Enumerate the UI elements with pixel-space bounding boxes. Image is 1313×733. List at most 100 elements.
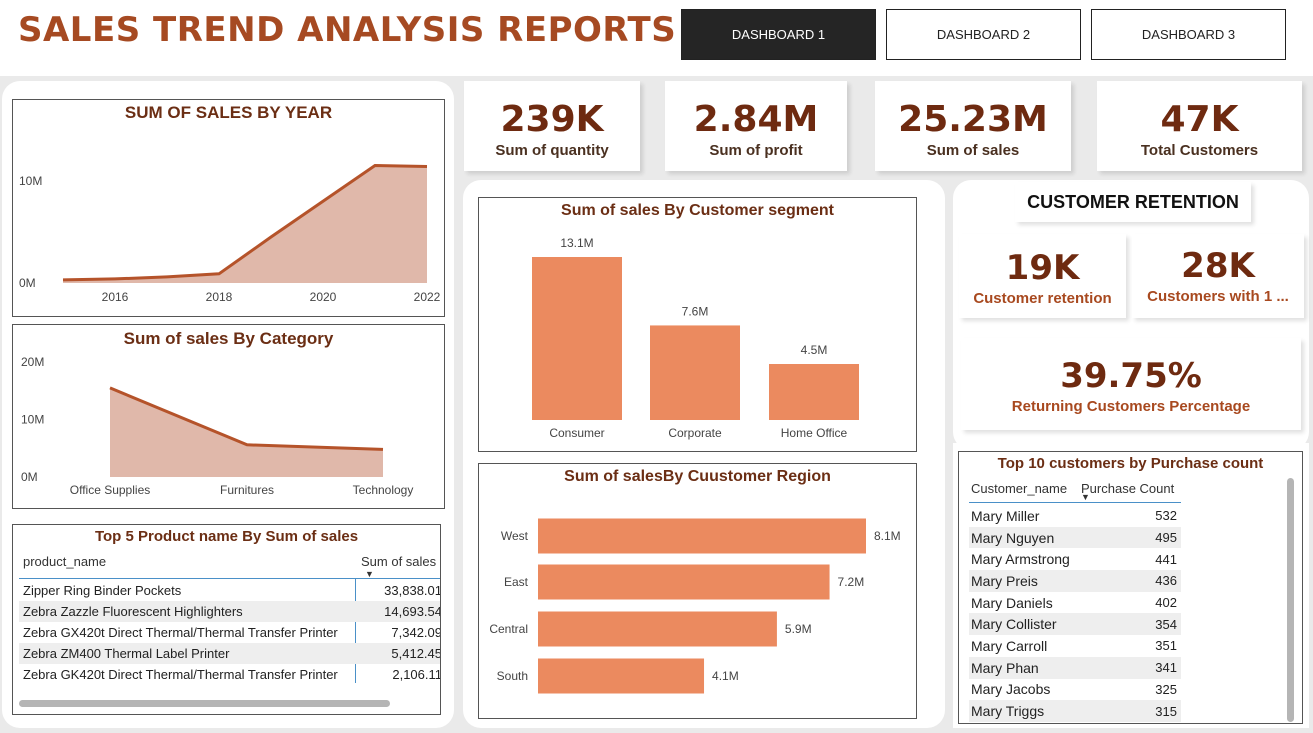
- kpi-value: 28K: [1181, 246, 1255, 286]
- purchase-count-cell: 532: [1155, 508, 1177, 524]
- table-row[interactable]: Zebra GX420t Direct Thermal/Thermal Tran…: [19, 622, 440, 643]
- purchase-count-cell: 354: [1155, 616, 1177, 632]
- nav-dashboard-1-button[interactable]: DASHBOARD 1: [681, 9, 876, 60]
- kpi-value: 25.23M: [898, 99, 1048, 140]
- kpi-card-profit: 2.84M Sum of profit: [665, 81, 847, 171]
- table-row[interactable]: Mary Nguyen 495: [969, 526, 1181, 549]
- kpi-value: 239K: [500, 99, 604, 140]
- x-tick-label: Corporate: [668, 426, 722, 440]
- data-label: 5.9M: [785, 622, 812, 636]
- kpi-card-returning-percentage: 39.75% Returning Customers Percentage: [961, 338, 1301, 430]
- data-label: 7.6M: [682, 304, 709, 318]
- nav-dashboard-3-button[interactable]: DASHBOARD 3: [1091, 9, 1286, 60]
- x-tick-label: 2018: [206, 290, 233, 304]
- product-name-cell: Zebra GX420t Direct Thermal/Thermal Tran…: [23, 625, 338, 640]
- sales-by-segment-chart: Sum of sales By Customer segment 13.1M Co…: [478, 197, 917, 452]
- table-row[interactable]: Mary Collister 354: [969, 613, 1181, 636]
- table-row[interactable]: Zebra GK420t Direct Thermal/Thermal Tran…: [19, 664, 441, 685]
- top-customers-rows: Mary Miller 532 Mary Nguyen 495 Mary Armstro…: [969, 505, 1181, 722]
- table-row[interactable]: Zipper Ring Binder Pockets 33,838.01: [19, 580, 441, 601]
- data-label: 4.1M: [712, 669, 739, 683]
- kpi-label: Total Customers: [1140, 142, 1259, 159]
- sales-by-segment-svg: 13.1M Consumer 7.6M Corporate 4.5M Home Offic…: [532, 236, 859, 440]
- table-row[interactable]: Mary Daniels 402: [969, 592, 1181, 614]
- y-tick-label: 20M: [21, 355, 44, 369]
- customer-name-cell: Mary Daniels: [971, 594, 1053, 611]
- y-tick-label: South: [497, 669, 528, 683]
- table-row[interactable]: Mary Phan 341: [969, 656, 1181, 679]
- kpi-label: Sum of sales: [926, 142, 1020, 159]
- sales-value-cell: 14,693.54: [384, 604, 441, 619]
- bar: [650, 325, 740, 420]
- area-fill: [63, 165, 427, 283]
- sales-by-region-svg: 8.1M West 7.2M East 5.9M Central 4.1M South: [489, 518, 901, 694]
- nav-dashboard-2-button[interactable]: DASHBOARD 2: [886, 9, 1081, 60]
- x-tick-label: Technology: [353, 483, 414, 497]
- page-title: SALES TREND ANALYSIS REPORTS: [18, 10, 677, 50]
- bar: [538, 611, 777, 647]
- bar: [538, 658, 705, 694]
- customer-name-cell: Mary Nguyen: [971, 529, 1055, 546]
- top-products-rows: Zipper Ring Binder Pockets 33,838.01 Zebra…: [19, 580, 441, 685]
- table-row[interactable]: Zebra ZM400 Thermal Label Printer 5,412.4…: [19, 643, 441, 664]
- x-tick-label: Furnitures: [220, 483, 274, 497]
- purchase-count-cell: 351: [1155, 638, 1177, 654]
- y-tick-label: West: [501, 529, 529, 543]
- purchase-count-cell: 341: [1155, 660, 1177, 676]
- product-name-cell: Zipper Ring Binder Pockets: [23, 583, 182, 598]
- table-row[interactable]: Mary Preis 436: [969, 570, 1181, 592]
- sales-value-cell: 2,106.11: [392, 667, 441, 682]
- purchase-count-cell: 441: [1155, 551, 1177, 567]
- customer-name-cell: Mary Triggs: [971, 703, 1045, 720]
- table-row[interactable]: Zebra Zazzle Fluorescent Highlighters 14,…: [19, 601, 441, 622]
- kpi-card-customer-retention: 19K Customer retention: [959, 234, 1126, 318]
- product-name-cell: Zebra ZM400 Thermal Label Printer: [23, 646, 230, 661]
- column-header-sum-of-sales[interactable]: Sum of sales: [361, 554, 437, 569]
- sales-by-category-chart: Sum of sales By Category Office Supplies…: [12, 324, 445, 509]
- header-divider: [969, 502, 1181, 503]
- vertical-scrollbar[interactable]: [1287, 478, 1294, 722]
- sort-desc-icon[interactable]: ▼: [1081, 492, 1090, 502]
- top-customers-title: Top 10 customers by Purchase count: [997, 455, 1264, 472]
- purchase-count-cell: 402: [1155, 595, 1177, 611]
- column-header-purchase-count[interactable]: Purchase Count: [1081, 481, 1174, 496]
- header-divider: [19, 578, 440, 579]
- table-row[interactable]: Mary Jacobs 325: [969, 679, 1181, 701]
- customer-name-cell: Mary Phan: [971, 659, 1039, 676]
- table-row[interactable]: Mary Miller 532: [969, 505, 1181, 527]
- kpi-label: Sum of quantity: [495, 142, 609, 159]
- header-bar: SALES TREND ANALYSIS REPORTS DASHBOARD 1…: [0, 0, 1313, 76]
- x-tick-label: 2022: [414, 290, 441, 304]
- kpi-card-repeat-customers: 28K Customers with 1 ...: [1132, 234, 1304, 318]
- bar: [538, 564, 830, 600]
- kpi-card-customers: 47K Total Customers: [1097, 81, 1302, 171]
- column-header-customer-name[interactable]: Customer_name: [971, 481, 1067, 496]
- top-products-title: Top 5 Product name By Sum of sales: [94, 528, 359, 545]
- sales-value-cell: 5,412.45: [391, 646, 441, 661]
- kpi-value: 47K: [1160, 99, 1239, 140]
- sales-value-cell: 33,838.01: [384, 583, 441, 598]
- x-tick-label: Consumer: [549, 426, 604, 440]
- customer-name-cell: Mary Preis: [971, 572, 1038, 589]
- table-row[interactable]: Mary Triggs 315: [969, 700, 1181, 722]
- y-tick-label: 10M: [19, 174, 42, 188]
- sales-by-year-chart: SUM OF SALES BY YEAR 2016 2018 2020 2022 0M 1…: [12, 99, 445, 317]
- y-tick-label: East: [504, 575, 529, 589]
- horizontal-scrollbar[interactable]: [19, 700, 390, 707]
- customer-name-cell: Mary Jacobs: [971, 681, 1051, 698]
- customer-name-cell: Mary Miller: [971, 507, 1040, 524]
- y-tick-label: Central: [489, 622, 528, 636]
- top-customers-table: Top 10 customers by Purchase count Custo…: [958, 451, 1303, 724]
- kpi-label: Sum of profit: [709, 142, 803, 159]
- x-tick-label: Home Office: [781, 426, 848, 440]
- purchase-count-cell: 315: [1155, 703, 1177, 719]
- kpi-label: Customer retention: [973, 290, 1112, 307]
- table-row[interactable]: Mary Armstrong 441: [969, 548, 1181, 570]
- kpi-label: Returning Customers Percentage: [1011, 398, 1251, 415]
- sales-by-year-svg: 2016 2018 2020 2022 0M 10M: [19, 164, 441, 304]
- kpi-card-sales: 25.23M Sum of sales: [875, 81, 1071, 171]
- data-label: 7.2M: [838, 575, 865, 589]
- column-header-product-name[interactable]: product_name: [23, 554, 106, 569]
- table-row[interactable]: Mary Carroll 351: [969, 635, 1181, 657]
- y-tick-label: 10M: [21, 413, 44, 427]
